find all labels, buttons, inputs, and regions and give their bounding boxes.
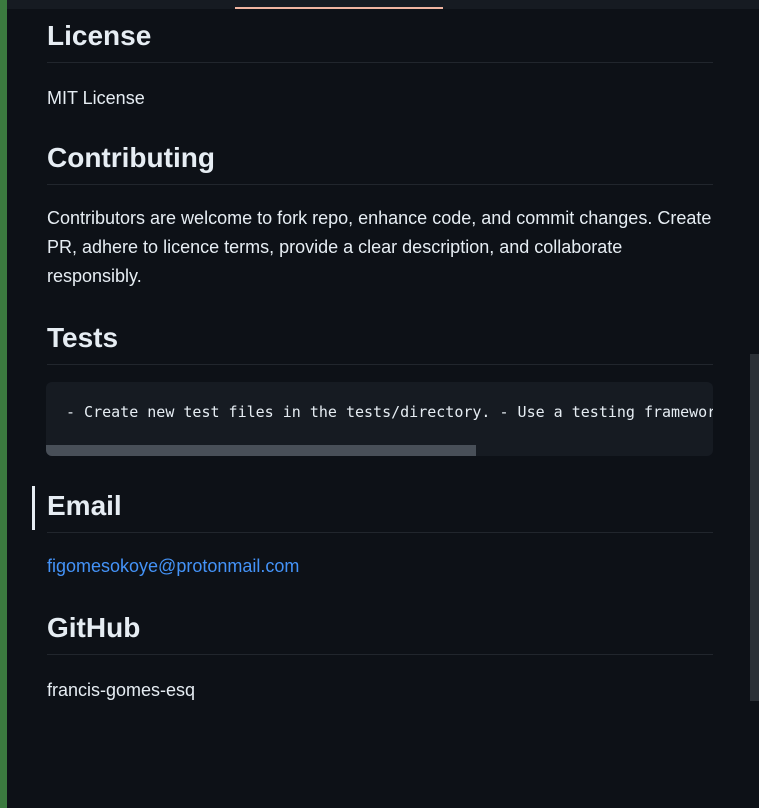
tests-code-block[interactable]: - Create new test files in the tests/dir… bbox=[46, 382, 713, 456]
top-tab-bar bbox=[7, 0, 759, 9]
email-section: Email figomesokoye@protonmail.com bbox=[47, 488, 713, 581]
page-scrollbar-thumb[interactable] bbox=[750, 354, 759, 701]
github-heading: GitHub bbox=[47, 610, 713, 655]
contributing-section: Contributing Contributors are welcome to… bbox=[47, 140, 713, 291]
code-horizontal-scrollbar[interactable] bbox=[46, 445, 476, 456]
contributing-text: Contributors are welcome to fork repo, e… bbox=[47, 208, 712, 286]
tests-heading: Tests bbox=[47, 320, 713, 365]
github-section: GitHub francis-gomes-esq bbox=[47, 610, 713, 705]
email-heading: Email bbox=[47, 488, 713, 533]
tests-section: Tests bbox=[47, 320, 713, 365]
license-heading: License bbox=[47, 18, 713, 63]
contributing-heading: Contributing bbox=[47, 140, 713, 185]
focus-indicator bbox=[32, 486, 35, 530]
active-tab-indicator[interactable] bbox=[235, 7, 443, 9]
license-text: MIT License bbox=[47, 88, 145, 108]
tests-code-text: - Create new test files in the tests/dir… bbox=[66, 403, 713, 421]
license-section: License MIT License bbox=[47, 18, 713, 113]
email-link[interactable]: figomesokoye@protonmail.com bbox=[47, 556, 299, 576]
email-paragraph: figomesokoye@protonmail.com bbox=[47, 552, 713, 581]
github-username: francis-gomes-esq bbox=[47, 680, 196, 700]
left-status-strip bbox=[0, 0, 7, 808]
